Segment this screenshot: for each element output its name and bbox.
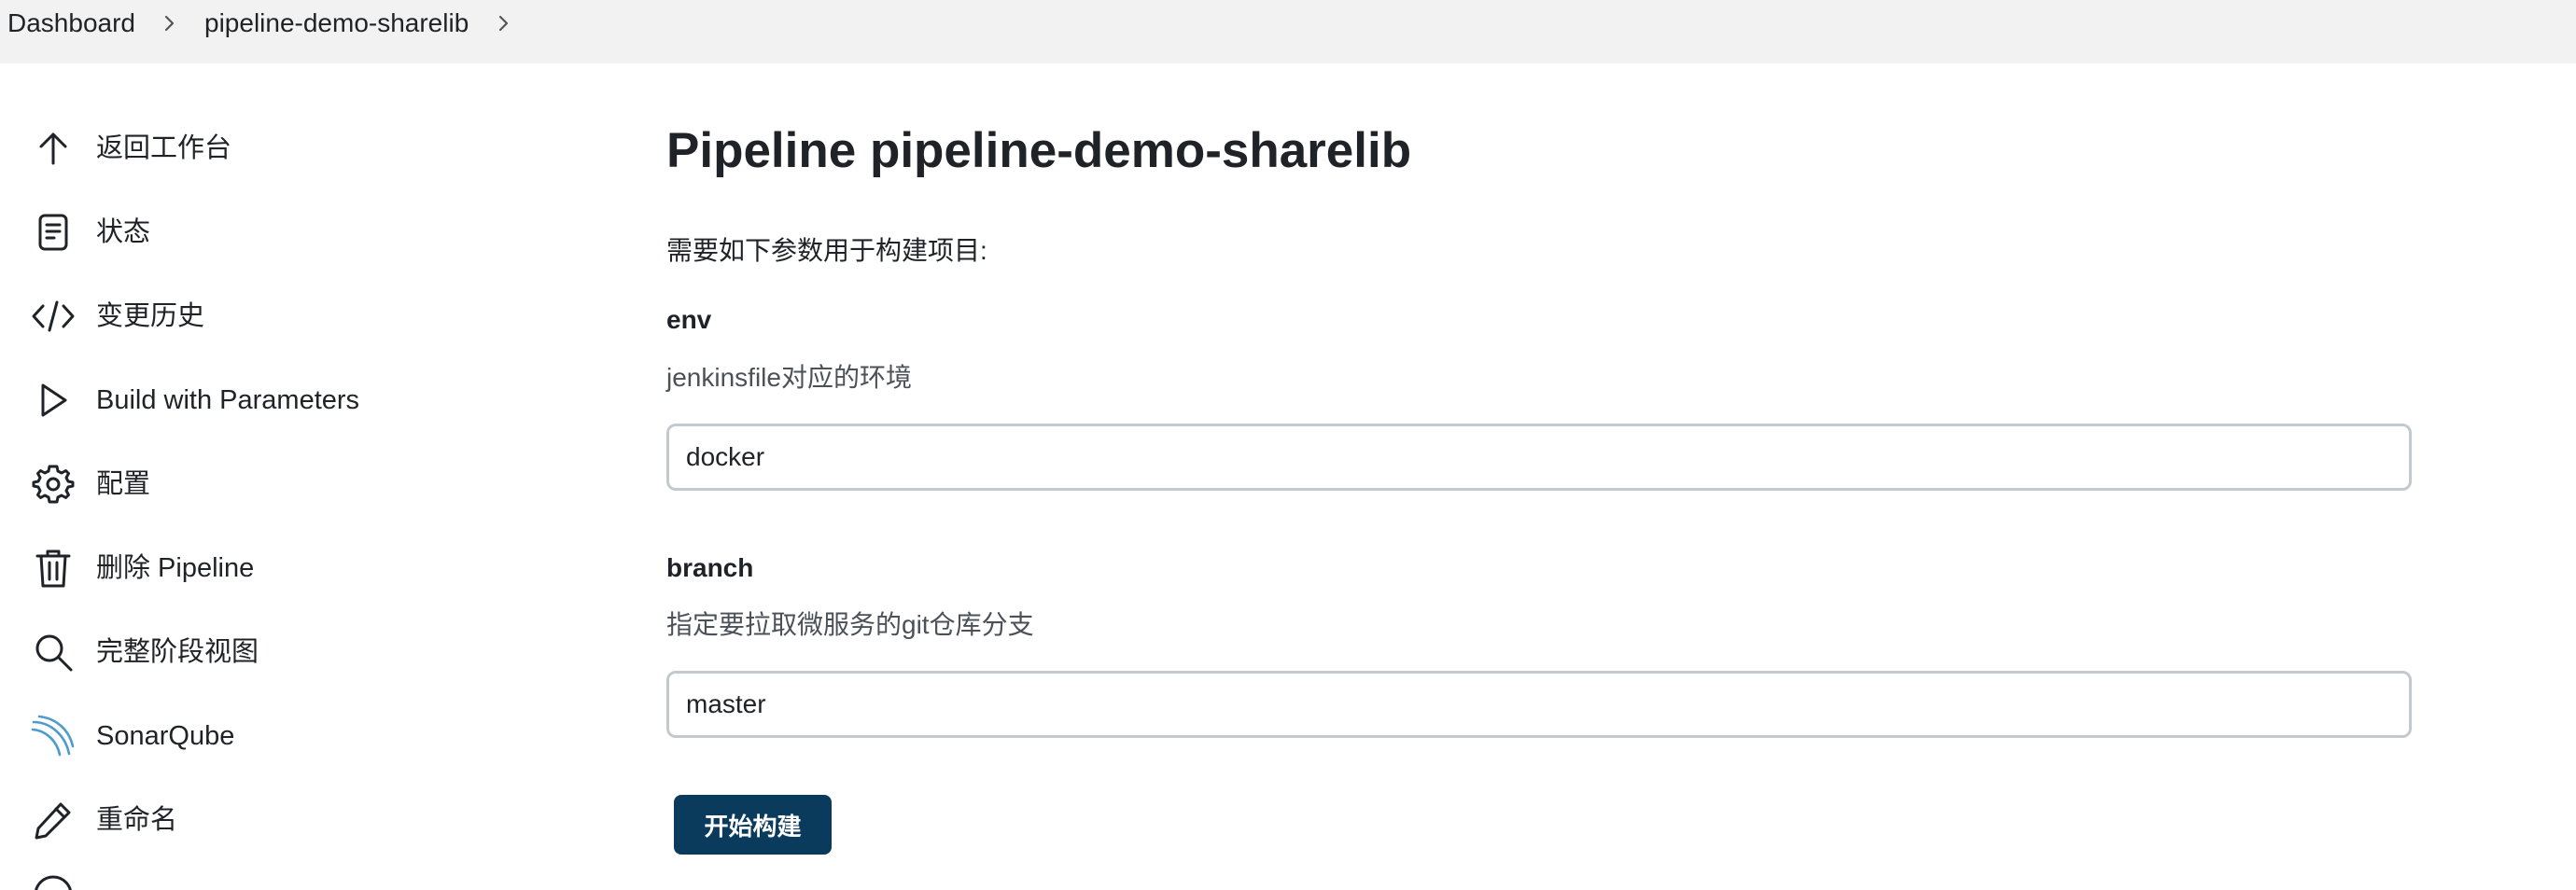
sidebar-item-rename[interactable]: 重命名 (28, 787, 551, 853)
page-title: Pipeline pipeline-demo-sharelib (666, 123, 1412, 178)
sidebar-item-configure[interactable]: 配置 (28, 452, 551, 517)
sidebar-item-sonarqube[interactable]: SonarQube (28, 703, 551, 769)
start-build-button[interactable]: 开始构建 (674, 795, 832, 855)
trash-icon (30, 545, 77, 591)
main-content: Pipeline pipeline-demo-sharelib 需要如下参数用于… (666, 63, 2440, 890)
breadcrumb: Dashboard pipeline-demo-sharelib (0, 0, 2576, 63)
search-icon (30, 629, 77, 675)
sidebar-item-status[interactable]: 状态 (28, 200, 551, 265)
sidebar-item-back-to-workbench[interactable]: 返回工作台 (28, 116, 551, 181)
sidebar-item-label: 删除 Pipeline (96, 553, 255, 583)
sidebar-item-label: 返回工作台 (96, 133, 232, 163)
arrow-up-icon (30, 125, 77, 172)
breadcrumb-dashboard[interactable]: Dashboard (7, 7, 135, 39)
param-description-branch: 指定要拉取微服务的git仓库分支 (666, 610, 1034, 639)
sidebar-item-delete-pipeline[interactable]: 删除 Pipeline (28, 535, 551, 601)
parameters-intro: 需要如下参数用于构建项目: (666, 236, 987, 265)
chevron-right-icon (159, 7, 181, 39)
sidebar-item-label: 完整阶段视图 (96, 637, 259, 667)
param-name-env: env (666, 305, 712, 334)
sidebar-item-label: SonarQube (96, 721, 235, 751)
sidebar-item-label: 配置 (96, 469, 151, 499)
play-icon (30, 377, 77, 424)
sidebar-item-label: 重命名 (96, 805, 178, 835)
sidebar-item-changes[interactable]: 变更历史 (28, 284, 551, 349)
sidebar-item-more[interactable] (28, 866, 551, 890)
document-icon (30, 209, 77, 256)
sidebar-item-full-stage-view[interactable]: 完整阶段视图 (28, 619, 551, 685)
param-name-branch: branch (666, 553, 754, 582)
sidebar: 返回工作台 状态 变更历史 Build with Parameters 配置 删… (0, 63, 597, 890)
gear-icon (30, 461, 77, 508)
pencil-icon (30, 797, 77, 843)
branch-input[interactable] (666, 671, 2412, 738)
circle-icon (30, 871, 77, 890)
sidebar-item-build-with-parameters[interactable]: Build with Parameters (28, 368, 551, 433)
sidebar-item-label: 变更历史 (96, 301, 205, 331)
code-icon (30, 293, 77, 340)
sidebar-item-label: Build with Parameters (96, 385, 360, 415)
chevron-right-icon[interactable] (493, 7, 515, 39)
sidebar-item-label: 状态 (96, 217, 151, 247)
breadcrumb-pipeline[interactable]: pipeline-demo-sharelib (204, 7, 469, 39)
env-input[interactable] (666, 424, 2412, 491)
sonarqube-icon (30, 713, 77, 759)
param-description-env: jenkinsfile对应的环境 (666, 363, 912, 392)
